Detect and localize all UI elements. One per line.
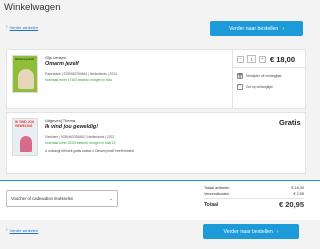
checkout-label: Verder naar bestellen xyxy=(229,25,279,32)
trash-icon: 🗑 xyxy=(237,73,243,79)
item-meta: Gesloten | 9789463750662 | Nederlands | … xyxy=(45,135,115,139)
voucher-select[interactable]: Voucher of cadeaubon inwisselen ⌄ xyxy=(6,190,118,207)
item-title[interactable]: Ik vind jou geweldig! xyxy=(45,124,98,130)
summary-shipping-label: Verzendkosten xyxy=(204,192,230,196)
chevron-left-icon: ‹ xyxy=(6,24,8,30)
checkout-button-bottom[interactable]: Verder naar bestellen › xyxy=(203,224,299,239)
cover-title: IK VIND JOU GEWELDIG xyxy=(15,120,35,128)
quantity-value[interactable]: 1 xyxy=(247,55,256,63)
summary-total: Totaal € 20,95 xyxy=(204,200,304,209)
heart-icon: ♡ xyxy=(237,84,243,90)
continue-shopping-link-bottom[interactable]: ‹ Verder winkelen xyxy=(6,227,39,234)
cart-item-1: Omarm jezelf Gijs Lensen Omarm jezelf Pa… xyxy=(6,49,306,109)
free-item-note: U ontvangt dit boek gratis omdat u 'Omar… xyxy=(45,149,134,153)
item-price: Gratis xyxy=(279,118,301,127)
continue-shopping-label: Verder winkelen xyxy=(9,25,39,30)
summary-total-value: € 20,95 xyxy=(278,200,304,209)
page-title: Winkelwagen xyxy=(4,2,61,13)
checkout-label: Verder naar bestellen xyxy=(223,228,273,235)
book-cover-1[interactable]: Omarm jezelf xyxy=(12,55,38,93)
book-cover-2[interactable]: IK VIND JOU GEWELDIG xyxy=(12,118,38,156)
cover-illustration xyxy=(20,136,32,152)
wishlist-action[interactable]: ♡ Zet op verlanglijst xyxy=(237,84,273,90)
item-title[interactable]: Omarm jezelf xyxy=(45,61,79,67)
item-author[interactable]: Gijs Lensen xyxy=(45,55,66,60)
quantity-stepper[interactable]: − 1 + xyxy=(237,55,266,63)
summary-articles: Totaal artikelen € 18,00 xyxy=(204,186,304,190)
continue-shopping-label: Verder winkelen xyxy=(9,228,39,233)
plus-icon[interactable]: + xyxy=(259,55,266,63)
chevron-left-icon: ‹ xyxy=(6,227,8,233)
arrow-right-icon: › xyxy=(276,228,279,235)
wishlist-label: Zet op verlanglijst xyxy=(246,85,273,89)
summary-articles-value: € 18,00 xyxy=(291,186,304,190)
remove-action[interactable]: 🗑 Verwijder uit verlanglijst xyxy=(237,73,281,79)
cover-title: Omarm jezelf xyxy=(15,57,34,61)
divider xyxy=(204,198,304,199)
minus-icon[interactable]: − xyxy=(237,55,244,63)
voucher-label: Voucher of cadeaubon inwisselen xyxy=(11,196,74,201)
summary-articles-label: Totaal artikelen xyxy=(204,186,230,190)
cart-item-2: IK VIND JOU GEWELDIG Uitgeverij Thema Ik… xyxy=(6,112,306,174)
divider xyxy=(232,67,305,68)
summary-shipping-value: € 2,95 xyxy=(293,192,304,196)
item-author[interactable]: Uitgeverij Thema xyxy=(45,118,75,123)
item-meta: Paperback | 9789463750661 | Nederlands |… xyxy=(45,72,117,76)
item-stock: Voorraad meer 17400 besteld, morgen in h… xyxy=(45,78,112,82)
continue-shopping-link[interactable]: ‹ Verder winkelen xyxy=(6,24,39,31)
item-price: € 18,00 xyxy=(270,55,296,64)
remove-label: Verwijder uit verlanglijst xyxy=(246,74,282,78)
arrow-right-icon: › xyxy=(282,25,284,32)
item-stock: Voorraad meer 23:00 besteld, morgen in h… xyxy=(45,141,116,145)
divider xyxy=(232,50,233,108)
chevron-down-icon: ⌄ xyxy=(108,195,113,202)
summary-shipping: Verzendkosten € 2,95 xyxy=(204,192,304,196)
cover-illustration xyxy=(18,69,34,89)
summary-total-label: Totaal xyxy=(204,201,219,208)
checkout-button-top[interactable]: Verder naar bestellen › xyxy=(210,21,303,36)
